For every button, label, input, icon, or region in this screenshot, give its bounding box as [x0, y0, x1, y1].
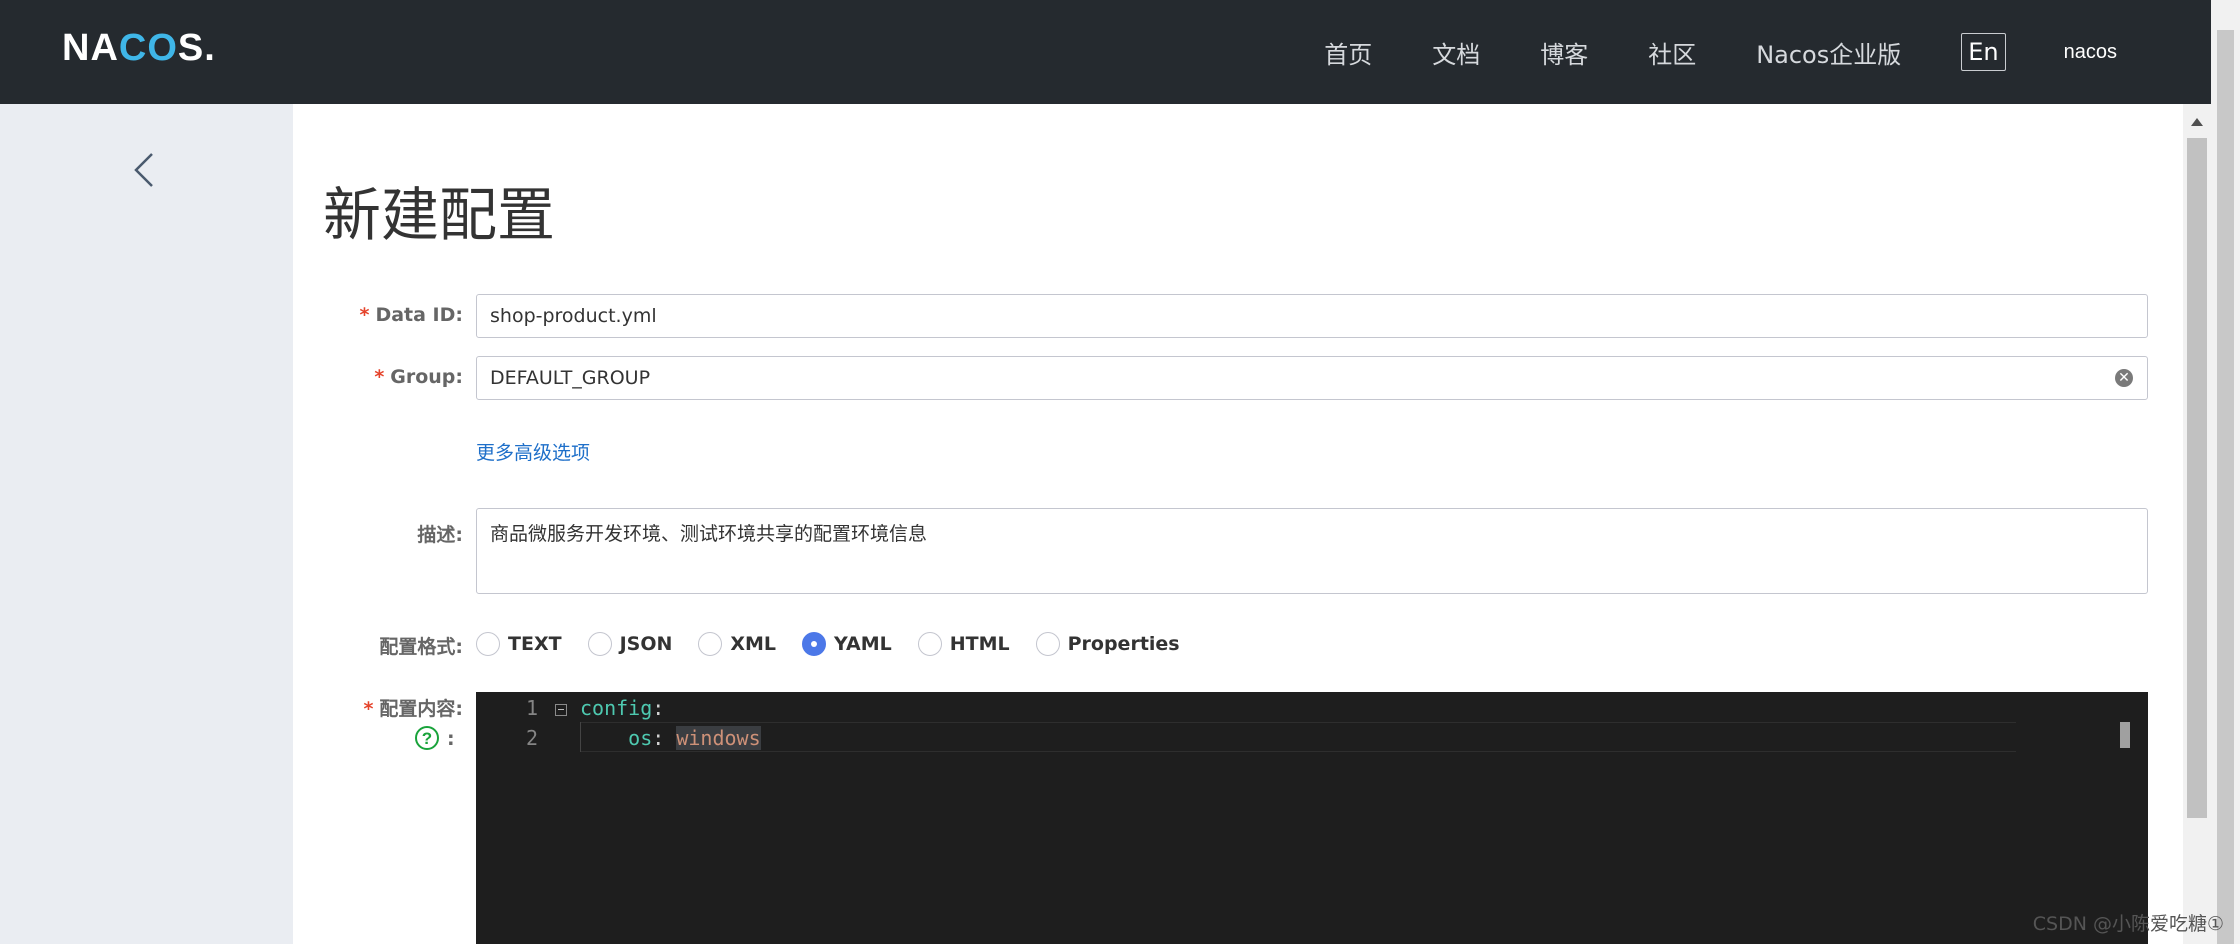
format-radio-xml[interactable]: XML	[698, 632, 776, 656]
code-line-2: os: windows	[580, 726, 761, 750]
content-scrollbar[interactable]	[2183, 104, 2211, 944]
window-scrollbar-thumb[interactable]	[2217, 30, 2234, 944]
line-number: 1	[525, 696, 538, 720]
radio-label: YAML	[834, 633, 892, 655]
data-id-input[interactable]: shop-product.yml	[476, 294, 2148, 338]
radio-label: Properties	[1067, 633, 1180, 655]
data-id-label: * Data ID:	[293, 304, 464, 326]
radio-label: JSON	[619, 633, 673, 655]
user-menu[interactable]: nacos	[2064, 41, 2117, 64]
radio-label: TEXT	[508, 633, 562, 655]
help-icon[interactable]: ?	[415, 726, 439, 750]
yaml-value: windows	[676, 726, 761, 750]
radio-circle	[587, 632, 612, 656]
required-mark: *	[359, 304, 370, 326]
nacos-logo[interactable]: NA CO S.	[62, 26, 216, 69]
yaml-colon: :	[652, 726, 677, 750]
code-editor[interactable]: 1 2 config: os: windows	[476, 692, 2148, 944]
required-mark: *	[363, 698, 374, 720]
group-input[interactable]: DEFAULT_GROUP ✕	[476, 356, 2148, 400]
required-mark: *	[374, 366, 385, 388]
content-label-text: 配置内容:	[379, 698, 463, 720]
help-colon: :	[447, 728, 455, 750]
logo-text-co: CO	[118, 26, 178, 69]
yaml-key: os	[580, 726, 653, 750]
data-id-label-text: Data ID:	[375, 304, 463, 326]
group-input-value: DEFAULT_GROUP	[490, 367, 651, 389]
nav-item-community[interactable]: 社区	[1618, 35, 1726, 70]
format-label: 配置格式:	[379, 636, 463, 658]
nav-item-docs[interactable]: 文档	[1402, 35, 1510, 70]
radio-circle	[1035, 632, 1060, 656]
main-content: 新建配置 * Data ID: shop-product.yml * Group: …	[293, 104, 2183, 944]
yaml-colon: :	[652, 696, 665, 720]
code-line-1: config:	[580, 696, 664, 720]
advanced-options-link[interactable]: 更多高级选项	[476, 438, 590, 465]
radio-circle	[917, 632, 942, 656]
group-label-text: Group:	[390, 366, 463, 388]
clear-icon[interactable]: ✕	[2115, 369, 2133, 387]
watermark: CSDN @小陈爱吃糖①	[2032, 913, 2224, 935]
radio-circle-checked	[802, 632, 827, 656]
top-nav-bar: NA CO S. 首页 文档 博客 社区 Nacos企业版 En nacos	[0, 0, 2211, 104]
nav-item-blog[interactable]: 博客	[1510, 35, 1618, 70]
description-label: 描述:	[417, 524, 463, 546]
fold-toggle-icon[interactable]	[555, 704, 567, 716]
format-radio-html[interactable]: HTML	[917, 632, 1010, 656]
window-scrollbar[interactable]	[2211, 0, 2240, 944]
radio-circle	[698, 632, 723, 656]
line-number: 2	[525, 726, 538, 750]
format-radio-yaml[interactable]: YAML	[802, 632, 892, 656]
radio-label: XML	[730, 633, 777, 655]
logo-text-s: S.	[177, 26, 216, 69]
left-panel	[0, 104, 293, 944]
format-radio-group: TEXT JSON XML YAML HTML Properties	[476, 626, 1206, 662]
editor-minimap-thumb[interactable]	[2120, 722, 2130, 748]
format-radio-properties[interactable]: Properties	[1035, 632, 1180, 656]
logo-text-na: NA	[62, 26, 119, 69]
radio-circle	[476, 632, 500, 656]
nav-item-home[interactable]: 首页	[1294, 35, 1402, 70]
nav-item-enterprise[interactable]: Nacos企业版	[1726, 35, 1931, 70]
current-line-highlight	[580, 722, 2016, 752]
content-label: * 配置内容:	[293, 694, 463, 721]
back-arrow-icon[interactable]	[130, 150, 160, 190]
scroll-up-arrow-icon[interactable]	[2191, 118, 2203, 126]
group-label: * Group:	[293, 366, 463, 388]
page-title: 新建配置	[323, 181, 556, 249]
description-textarea[interactable]: 商品微服务开发环境、测试环境共享的配置环境信息	[476, 508, 2148, 594]
format-radio-text[interactable]: TEXT	[476, 632, 562, 656]
language-switch-button[interactable]: En	[1961, 33, 2006, 71]
radio-label: HTML	[949, 633, 1010, 655]
yaml-key: config	[580, 696, 653, 720]
format-radio-json[interactable]: JSON	[587, 632, 673, 656]
nav-menu: 首页 文档 博客 社区 Nacos企业版 En nacos	[1294, 0, 2117, 104]
scrollbar-thumb[interactable]	[2187, 138, 2207, 818]
